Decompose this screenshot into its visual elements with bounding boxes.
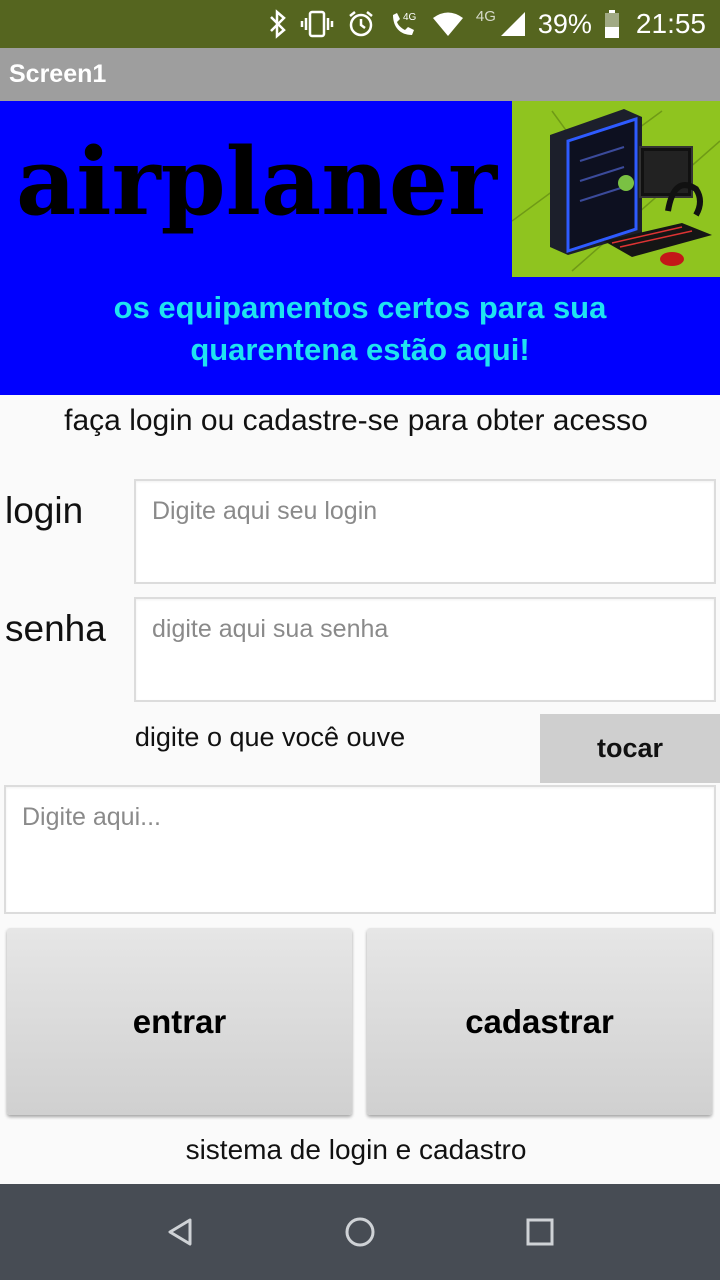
recents-icon[interactable]: [516, 1208, 564, 1256]
footer-text: sistema de login e cadastro: [185, 1134, 527, 1165]
brand-logo-text: airplaner: [16, 127, 497, 236]
battery-percent: 39%: [537, 8, 592, 39]
captcha-input[interactable]: Digite aqui...: [4, 785, 716, 914]
tagline-line-2: quarentena estão aqui!: [190, 332, 530, 367]
tagline: os equipamentos certos para sua quarente…: [0, 287, 720, 371]
network-type: 4G: [475, 7, 496, 25]
screen-title: Screen1: [9, 60, 107, 88]
login-input[interactable]: Digite aqui seu login: [134, 479, 716, 584]
enter-button[interactable]: entrar: [7, 928, 352, 1115]
login-label: login: [5, 490, 84, 531]
login-placeholder: Digite aqui seu login: [152, 497, 378, 525]
svg-text:4G: 4G: [403, 12, 417, 23]
app-bar: Screen1: [0, 48, 720, 101]
bluetooth-icon: [268, 9, 288, 39]
back-icon[interactable]: [156, 1208, 204, 1256]
register-button[interactable]: cadastrar: [367, 928, 712, 1115]
play-audio-button[interactable]: tocar: [540, 714, 720, 783]
captcha-prompt: digite o que você ouve: [134, 722, 406, 752]
home-icon[interactable]: [336, 1208, 384, 1256]
signal-icon: [500, 11, 526, 37]
volte-call-icon: 4G: [388, 9, 420, 39]
navigation-bar: [0, 1184, 720, 1280]
password-label: senha: [5, 608, 106, 649]
banner: airplaner os equipamentos certos para su…: [0, 101, 720, 395]
login-instructions: faça login ou cadastre-se para obter ace…: [64, 404, 648, 437]
computer-setup-image: [512, 101, 720, 277]
password-input[interactable]: digite aqui sua senha: [134, 597, 716, 702]
status-bar: 4G 4G 39% 21:55: [0, 0, 720, 48]
password-placeholder: digite aqui sua senha: [152, 615, 389, 643]
tagline-line-1: os equipamentos certos para sua: [113, 290, 607, 325]
battery-icon: [604, 9, 620, 39]
clock: 21:55: [635, 8, 706, 39]
vibrate-icon: [300, 9, 334, 39]
captcha-placeholder: Digite aqui...: [22, 803, 161, 831]
alarm-icon: [346, 9, 376, 39]
wifi-icon: [432, 11, 464, 37]
